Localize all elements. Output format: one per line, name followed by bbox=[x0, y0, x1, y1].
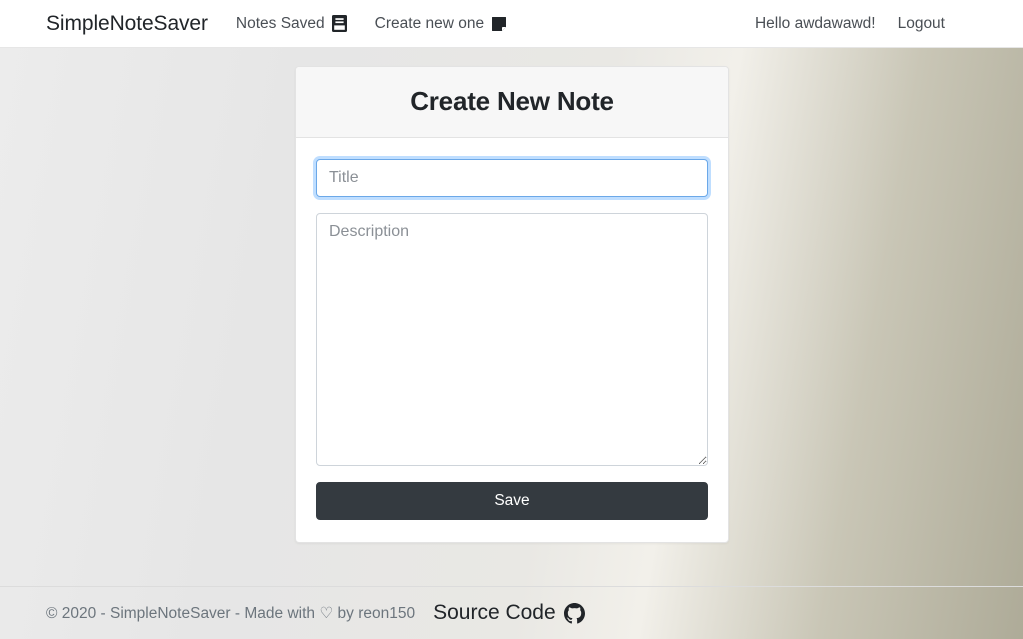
source-code-label: Source Code bbox=[433, 601, 556, 624]
sticky-note-icon bbox=[491, 16, 507, 32]
card-body: Save bbox=[296, 138, 728, 542]
footer: © 2020 - SimpleNoteSaver - Made with ♡ b… bbox=[0, 586, 1023, 639]
brand-link[interactable]: SimpleNoteSaver bbox=[46, 12, 208, 36]
navbar-links: Notes Saved Create new one bbox=[236, 15, 507, 33]
nav-label-notes-saved: Notes Saved bbox=[235, 14, 325, 32]
title-form-group bbox=[316, 159, 708, 197]
create-note-card: Create New Note Save bbox=[295, 66, 729, 543]
footer-copyright: © 2020 - SimpleNoteSaver - Made with ♡ b… bbox=[46, 604, 416, 622]
save-button[interactable]: Save bbox=[316, 482, 708, 520]
source-code-link[interactable]: Source Code bbox=[433, 601, 585, 625]
main-content: Create New Note Save bbox=[0, 48, 1023, 586]
github-icon bbox=[563, 602, 585, 624]
journal-icon bbox=[331, 15, 347, 32]
greeting-text: Hello awdawawd! bbox=[754, 14, 876, 32]
description-form-group bbox=[316, 213, 708, 466]
navbar: SimpleNoteSaver Notes Saved Create new o… bbox=[0, 0, 1023, 48]
description-input[interactable] bbox=[316, 213, 708, 466]
navbar-right: Hello awdawawd! Logout bbox=[755, 15, 1007, 33]
page-title: Create New Note bbox=[410, 86, 614, 116]
nav-link-notes-saved[interactable]: Notes Saved bbox=[236, 15, 347, 33]
card-header: Create New Note bbox=[296, 67, 728, 138]
logout-link[interactable]: Logout bbox=[898, 15, 945, 33]
nav-link-create-new-one[interactable]: Create new one bbox=[375, 15, 507, 33]
nav-label-create-new-one: Create new one bbox=[374, 14, 485, 32]
title-input[interactable] bbox=[316, 159, 708, 197]
